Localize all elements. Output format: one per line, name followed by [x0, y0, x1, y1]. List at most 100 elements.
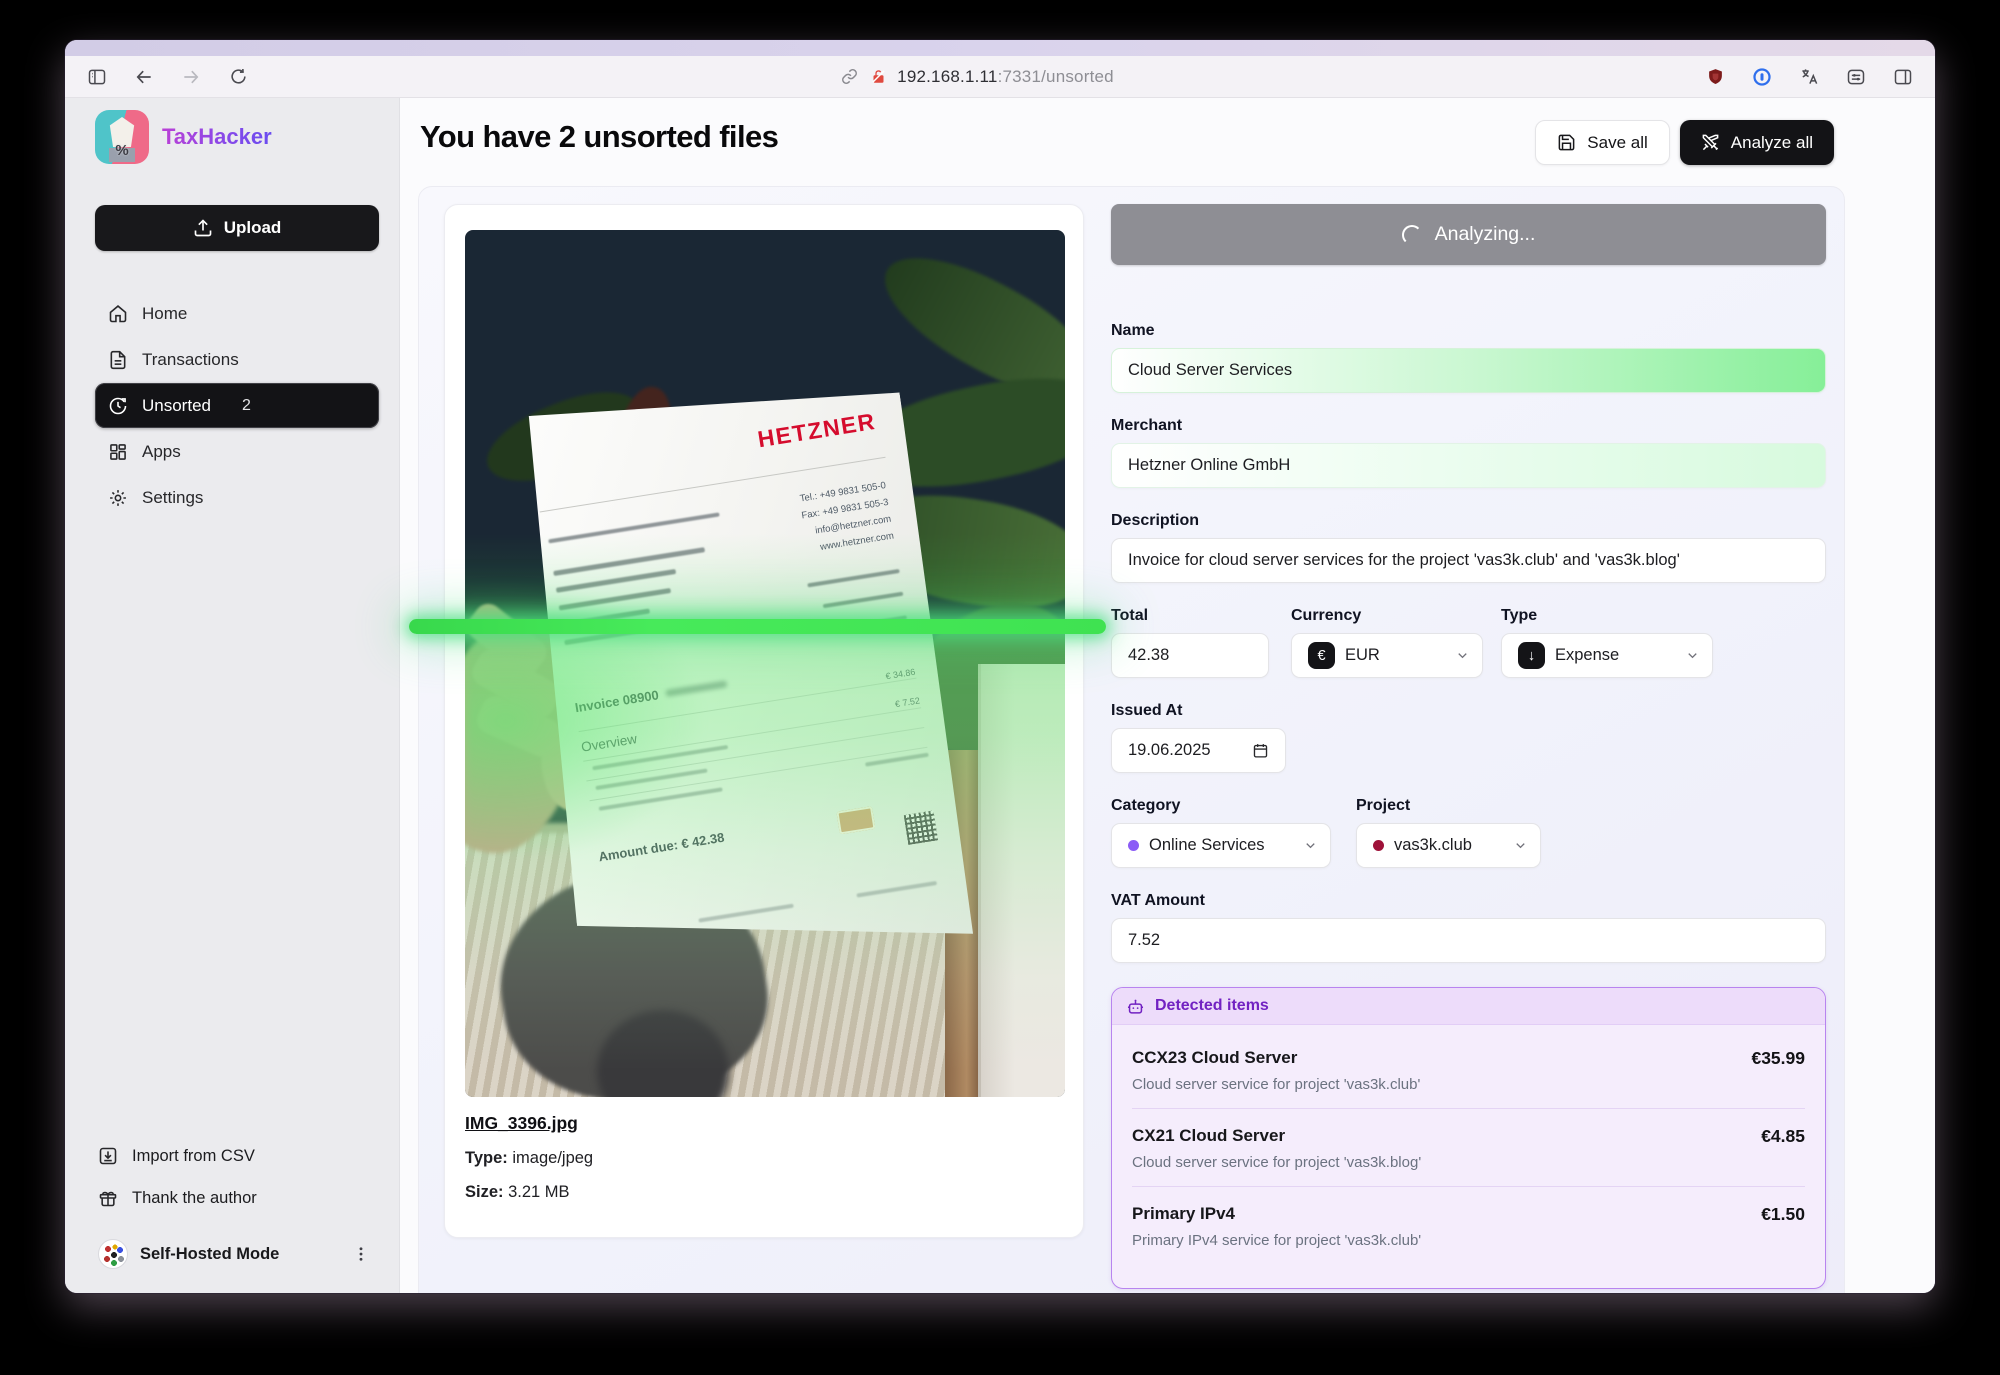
apps-grid-icon: [108, 442, 128, 462]
currency-select[interactable]: € EUR: [1291, 633, 1483, 678]
onepassword-extension-icon[interactable]: [1752, 67, 1772, 87]
ublock-extension-icon[interactable]: [1705, 67, 1725, 87]
account-row: Self-Hosted Mode: [95, 1239, 379, 1269]
expense-arrow-icon: ↓: [1518, 642, 1545, 669]
project-dot: [1373, 840, 1384, 851]
item-description: Cloud server service for project 'vas3k.…: [1132, 1154, 1749, 1171]
merchant-label: Merchant: [1111, 417, 1826, 435]
forward-icon[interactable]: [181, 67, 201, 87]
unsorted-file-panel: HETZNER Tel.: +49 9831 505-0 Fax: +49 98…: [418, 186, 1845, 1293]
gift-icon: [98, 1188, 118, 1208]
browser-toolbar: 192.168.1.11:7331/unsorted: [65, 56, 1935, 98]
import-csv-button[interactable]: Import from CSV: [95, 1135, 379, 1177]
home-icon: [108, 304, 128, 324]
sidebar-item-label: Home: [142, 304, 187, 324]
receipt-photo[interactable]: HETZNER Tel.: +49 9831 505-0 Fax: +49 98…: [465, 230, 1065, 1097]
sidebar-item-apps[interactable]: Apps: [95, 429, 379, 474]
sidebar-item-unsorted[interactable]: Unsorted 2: [95, 383, 379, 428]
swords-icon: [1701, 133, 1720, 152]
merchant-input[interactable]: Hetzner Online GmbH: [1111, 443, 1826, 488]
item-price: €1.50: [1761, 1204, 1805, 1225]
insecure-lock-icon: [868, 67, 888, 87]
import-csv-label: Import from CSV: [132, 1147, 255, 1166]
type-select[interactable]: ↓ Expense: [1501, 633, 1713, 678]
gear-icon: [108, 488, 128, 508]
chevron-down-icon: [1685, 648, 1700, 663]
detected-item-row: Primary IPv4 €1.50 Primary IPv4 service …: [1132, 1187, 1805, 1264]
file-info: IMG_3396.jpg Type: image/jpeg Size: 3.21…: [465, 1113, 593, 1202]
page-title: You have 2 unsorted files: [420, 119, 778, 155]
file-preview-card: HETZNER Tel.: +49 9831 505-0 Fax: +49 98…: [444, 204, 1084, 1238]
translate-icon[interactable]: [1799, 67, 1819, 87]
project-value: vas3k.club: [1394, 836, 1472, 855]
thank-author-button[interactable]: Thank the author: [95, 1177, 379, 1219]
item-name: CCX23 Cloud Server: [1132, 1048, 1739, 1069]
thank-author-label: Thank the author: [132, 1189, 257, 1208]
detected-items-panel: Detected items CCX23 Cloud Server €35.99…: [1111, 987, 1826, 1289]
sidebar-item-settings[interactable]: Settings: [95, 475, 379, 520]
category-select[interactable]: Online Services: [1111, 823, 1331, 868]
chevron-down-icon: [1455, 648, 1470, 663]
detected-items-list: CCX23 Cloud Server €35.99 Cloud server s…: [1112, 1025, 1825, 1288]
sidebar-item-home[interactable]: Home: [95, 291, 379, 336]
robot-icon: [1126, 997, 1145, 1016]
total-label: Total: [1111, 607, 1269, 625]
issued-at-label: Issued At: [1111, 702, 1826, 720]
sidebar-item-label: Unsorted: [142, 396, 211, 416]
sidebar-item-transactions[interactable]: Transactions: [95, 337, 379, 382]
category-value: Online Services: [1149, 836, 1265, 855]
upload-button[interactable]: Upload: [95, 205, 379, 251]
sidebar-nav: Home Transactions Unsorted 2 Apps: [95, 291, 379, 520]
project-select[interactable]: vas3k.club: [1356, 823, 1541, 868]
detected-items-header: Detected items: [1112, 988, 1825, 1025]
unsorted-count-badge: 2: [242, 397, 251, 415]
sidebar: TaxHacker Upload Home Transactions Unsor…: [65, 98, 400, 1293]
vat-label: VAT Amount: [1111, 892, 1826, 910]
detected-item-row: CCX23 Cloud Server €35.99 Cloud server s…: [1132, 1031, 1805, 1109]
app-logo-row[interactable]: TaxHacker: [95, 110, 379, 164]
avatar: [98, 1239, 128, 1269]
item-name: Primary IPv4: [1132, 1204, 1749, 1225]
name-input[interactable]: Cloud Server Services: [1111, 348, 1826, 393]
project-label: Project: [1356, 797, 1541, 815]
filename-link[interactable]: IMG_3396.jpg: [465, 1113, 593, 1134]
upload-icon: [193, 218, 213, 238]
scan-line: [409, 619, 1106, 634]
item-description: Primary IPv4 service for project 'vas3k.…: [1132, 1232, 1749, 1249]
main-content: You have 2 unsorted files Save all Analy…: [400, 98, 1935, 1293]
save-all-button[interactable]: Save all: [1535, 120, 1669, 165]
description-input[interactable]: Invoice for cloud server services for th…: [1111, 538, 1826, 583]
back-icon[interactable]: [134, 67, 154, 87]
browser-window: 192.168.1.11:7331/unsorted: [65, 40, 1935, 1293]
analyze-all-button[interactable]: Analyze all: [1680, 120, 1834, 165]
link-icon: [839, 67, 859, 87]
upload-label: Upload: [224, 218, 282, 238]
detected-items-title: Detected items: [1155, 997, 1269, 1015]
account-menu-icon[interactable]: [352, 1245, 370, 1263]
mode-label: Self-Hosted Mode: [140, 1245, 279, 1264]
vat-input[interactable]: 7.52: [1111, 918, 1826, 963]
issued-at-input[interactable]: 19.06.2025: [1111, 728, 1286, 773]
calendar-icon: [1252, 742, 1269, 759]
url-text: 192.168.1.11:7331/unsorted: [897, 67, 1114, 87]
page-settings-icon[interactable]: [1846, 67, 1866, 87]
app-name: TaxHacker: [162, 124, 272, 150]
taxhacker-logo: [95, 110, 149, 164]
spinner-icon: [1402, 225, 1422, 245]
sidebar-right-icon[interactable]: [1893, 67, 1913, 87]
chevron-down-icon: [1513, 838, 1528, 853]
chevron-down-icon: [1303, 838, 1318, 853]
currency-label: Currency: [1291, 607, 1483, 625]
clock-arrow-icon: [108, 396, 128, 416]
total-input[interactable]: 42.38: [1111, 633, 1269, 678]
sidebar-item-label: Apps: [142, 442, 181, 462]
analyzing-button[interactable]: Analyzing...: [1111, 204, 1826, 265]
scan-tint-overlay: [465, 230, 1065, 1097]
sidebar-toggle-icon[interactable]: [87, 67, 107, 87]
address-bar[interactable]: 192.168.1.11:7331/unsorted: [248, 67, 1705, 87]
category-label: Category: [1111, 797, 1331, 815]
file-size: Size: 3.21 MB: [465, 1183, 593, 1202]
import-icon: [98, 1146, 118, 1166]
sidebar-item-label: Transactions: [142, 350, 239, 370]
reload-icon[interactable]: [228, 67, 248, 87]
